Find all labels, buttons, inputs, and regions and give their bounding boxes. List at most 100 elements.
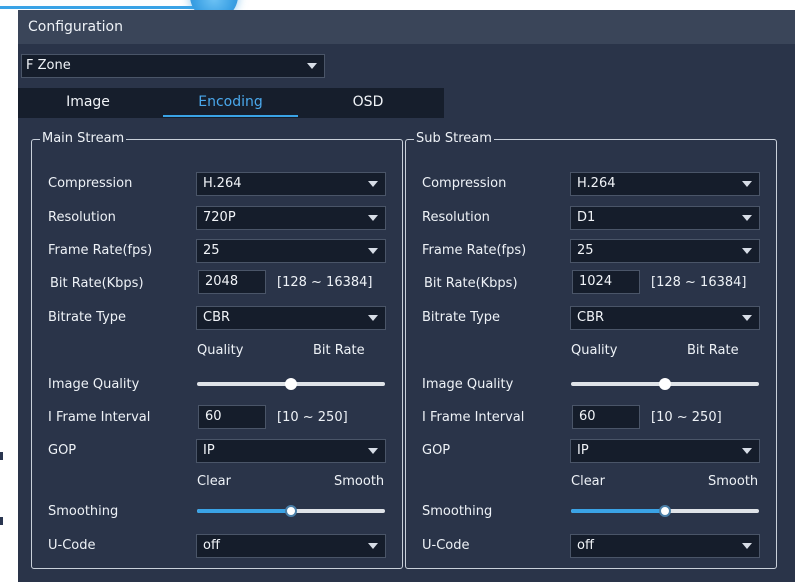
chevron-down-icon	[368, 543, 378, 549]
chevron-down-icon	[742, 181, 752, 187]
tab-image[interactable]: Image	[28, 88, 148, 118]
bit-rate-input[interactable]: 2048	[198, 270, 266, 294]
smoothing-slider[interactable]	[571, 505, 759, 517]
image-quality-slider[interactable]	[571, 378, 759, 390]
select-value: CBR	[577, 310, 605, 325]
frame-rate-select[interactable]: 25	[196, 239, 386, 263]
compression-label: Compression	[48, 176, 133, 191]
resolution-label: Resolution	[48, 210, 116, 225]
u-code-label: U-Code	[422, 538, 470, 553]
select-value: H.264	[577, 176, 616, 191]
chevron-down-icon	[368, 315, 378, 321]
bitrate-type-select[interactable]: CBR	[570, 306, 760, 330]
group-title: Sub Stream	[414, 131, 494, 147]
frame-rate-label: Frame Rate(fps)	[422, 243, 527, 258]
i-frame-interval-label: I Frame Interval	[422, 410, 525, 425]
smoothing-label: Smoothing	[48, 504, 119, 519]
tab-osd[interactable]: OSD	[313, 88, 423, 118]
smoothing-label: Smoothing	[422, 504, 493, 519]
select-value: 720P	[203, 210, 236, 225]
bitrate-type-label: Bitrate Type	[48, 310, 127, 325]
bit-rate-label: Bit Rate(Kbps)	[424, 276, 518, 291]
resolution-label: Resolution	[422, 210, 490, 225]
i-frame-range: [10 ~ 250]	[277, 410, 348, 425]
select-value: off	[203, 538, 220, 553]
bit-rate-input[interactable]: 1024	[572, 270, 640, 294]
quality-caption: Quality	[571, 343, 618, 358]
select-value: 25	[577, 243, 594, 258]
select-value: H.264	[203, 176, 242, 191]
image-quality-slider[interactable]	[197, 378, 385, 390]
select-value: 25	[203, 243, 220, 258]
gop-label: GOP	[422, 443, 451, 458]
chevron-down-icon	[742, 543, 752, 549]
select-value: IP	[577, 443, 589, 458]
image-quality-label: Image Quality	[422, 377, 514, 392]
clear-caption: Clear	[197, 474, 231, 489]
group-title: Main Stream	[40, 131, 127, 147]
sub-stream-group: Sub Stream Compression H.264 Resolution …	[405, 131, 777, 569]
i-frame-interval-input[interactable]: 60	[198, 405, 266, 429]
tab-label: Image	[66, 94, 110, 110]
chevron-down-icon	[742, 248, 752, 254]
u-code-select[interactable]: off	[570, 534, 760, 558]
slider-fill	[197, 509, 291, 513]
gop-select[interactable]: IP	[196, 439, 386, 463]
frame-rate-label: Frame Rate(fps)	[48, 243, 153, 258]
chevron-down-icon	[368, 248, 378, 254]
slider-thumb[interactable]	[659, 505, 671, 517]
resolution-select[interactable]: 720P	[196, 206, 386, 230]
select-value: D1	[577, 210, 596, 225]
bit-rate-caption: Bit Rate	[687, 343, 739, 358]
zone-select[interactable]: F Zone	[21, 54, 325, 78]
gop-label: GOP	[48, 443, 77, 458]
chevron-down-icon	[742, 215, 752, 221]
compression-select[interactable]: H.264	[196, 172, 386, 196]
u-code-select[interactable]: off	[196, 534, 386, 558]
left-edge-strip	[0, 0, 18, 582]
bit-rate-label: Bit Rate(Kbps)	[50, 276, 144, 291]
select-value: IP	[203, 443, 215, 458]
chevron-down-icon	[742, 315, 752, 321]
chevron-down-icon	[307, 63, 317, 69]
bitrate-type-label: Bitrate Type	[422, 310, 501, 325]
compression-select[interactable]: H.264	[570, 172, 760, 196]
i-frame-interval-input[interactable]: 60	[572, 405, 640, 429]
slider-thumb[interactable]	[285, 505, 297, 517]
quality-caption: Quality	[197, 343, 244, 358]
edge-mark	[0, 517, 3, 525]
image-quality-label: Image Quality	[48, 377, 140, 392]
bit-rate-range: [128 ~ 16384]	[651, 275, 747, 290]
compression-label: Compression	[422, 176, 507, 191]
i-frame-interval-label: I Frame Interval	[48, 410, 151, 425]
chevron-down-icon	[368, 448, 378, 454]
select-value: off	[577, 538, 594, 553]
tab-encoding[interactable]: Encoding	[163, 88, 298, 118]
gop-select[interactable]: IP	[570, 439, 760, 463]
bitrate-type-select[interactable]: CBR	[196, 306, 386, 330]
u-code-label: U-Code	[48, 538, 96, 553]
bit-rate-caption: Bit Rate	[313, 343, 365, 358]
chevron-down-icon	[368, 181, 378, 187]
clear-caption: Clear	[571, 474, 605, 489]
accent-line	[0, 6, 200, 9]
smooth-caption: Smooth	[334, 474, 385, 489]
frame-rate-select[interactable]: 25	[570, 239, 760, 263]
active-tab-indicator	[163, 115, 298, 117]
slider-thumb[interactable]	[659, 378, 671, 390]
main-stream-group: Main Stream Compression H.264 Resolution…	[31, 131, 403, 569]
tab-label: Encoding	[198, 94, 263, 110]
window-title: Configuration	[18, 10, 795, 44]
tab-bar: Image Encoding OSD	[18, 88, 444, 118]
slider-fill	[571, 509, 665, 513]
slider-thumb[interactable]	[285, 378, 297, 390]
resolution-select[interactable]: D1	[570, 206, 760, 230]
i-frame-range: [10 ~ 250]	[651, 410, 722, 425]
smoothing-slider[interactable]	[197, 505, 385, 517]
configuration-window: Configuration F Zone Image Encoding OSD …	[18, 10, 795, 582]
smooth-caption: Smooth	[708, 474, 759, 489]
chevron-down-icon	[368, 215, 378, 221]
zone-select-value: F Zone	[26, 58, 71, 73]
edge-mark	[0, 452, 3, 460]
bit-rate-range: [128 ~ 16384]	[277, 275, 373, 290]
